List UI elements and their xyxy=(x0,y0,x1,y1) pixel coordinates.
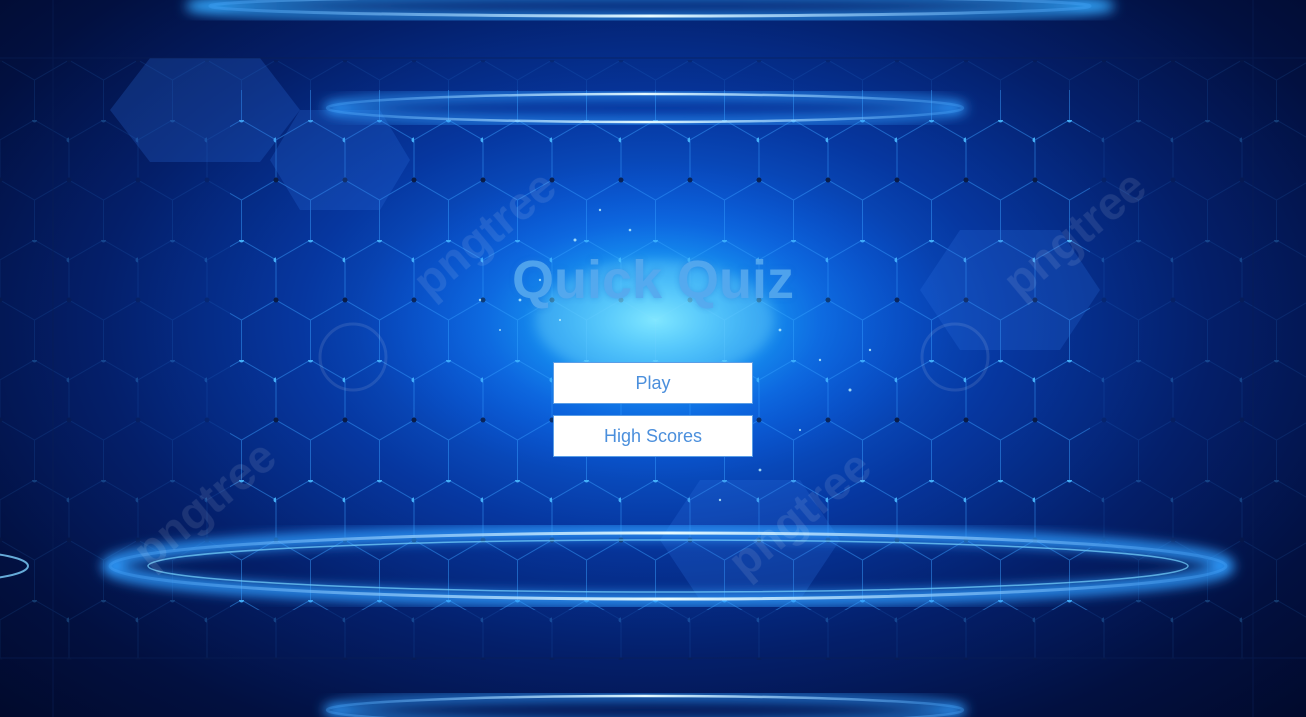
main-menu: Play High Scores xyxy=(553,362,753,468)
play-button[interactable]: Play xyxy=(553,362,753,404)
watermark-logo-icon xyxy=(318,322,388,392)
page-title: Quick Quiz xyxy=(511,250,795,310)
watermark-layer: pngtree pngtree pngtree pngtree xyxy=(123,159,1156,587)
high-scores-button[interactable]: High Scores xyxy=(553,415,753,457)
background-art xyxy=(0,0,1306,717)
watermark-logo-icon xyxy=(920,322,990,392)
watermark-text: pngtree xyxy=(123,429,286,577)
